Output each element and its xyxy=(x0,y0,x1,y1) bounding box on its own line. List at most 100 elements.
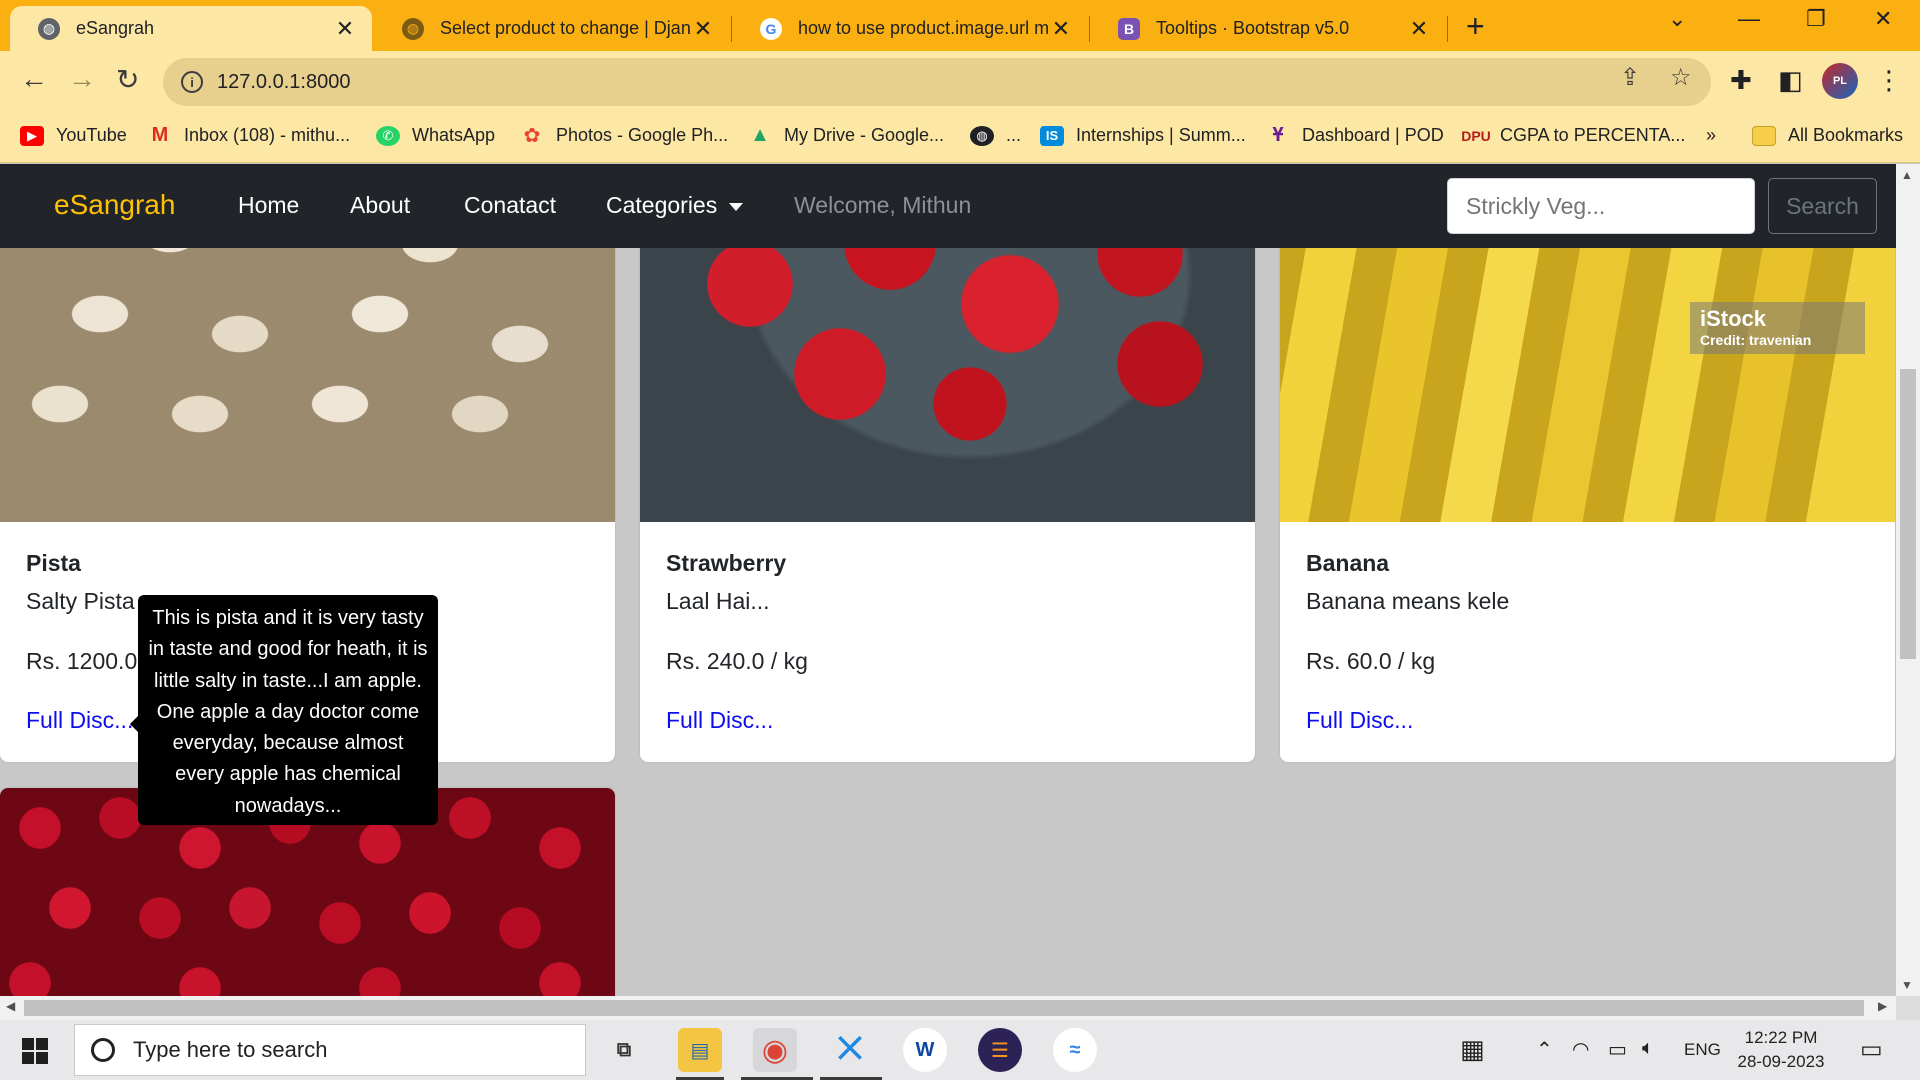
site-navbar: eSangrah Home About Conatact Categories … xyxy=(0,164,1896,248)
close-tab-icon[interactable]: ✕ xyxy=(1406,16,1432,42)
minimize-icon[interactable]: — xyxy=(1738,6,1760,32)
nav-categories-dropdown[interactable]: Categories xyxy=(606,192,744,219)
bookmark-label: CGPA to PERCENTA... xyxy=(1500,125,1686,145)
windows-start-icon[interactable] xyxy=(22,1038,48,1064)
search-input[interactable] xyxy=(1447,178,1755,234)
forward-icon[interactable]: → xyxy=(68,63,96,95)
youtube-icon: ▶ xyxy=(20,125,44,146)
app-icon[interactable]: W xyxy=(903,1028,947,1072)
restore-icon[interactable]: ❐ xyxy=(1806,6,1826,32)
welcome-text: Welcome, Mithun xyxy=(794,192,972,218)
nav-categories-label: Categories xyxy=(606,192,718,218)
bookmark-google-drive[interactable]: ▲ My Drive - Google... xyxy=(748,124,945,146)
tab-title: Tooltips · Bootstrap v5.0 xyxy=(1156,18,1350,38)
scroll-up-icon[interactable]: ▲ xyxy=(1901,168,1913,182)
tab-esangrah[interactable]: ◍ eSangrah ✕ xyxy=(10,6,372,51)
product-price: Rs. 240.0 / kg xyxy=(666,648,808,674)
horizontal-scroll-thumb[interactable] xyxy=(24,1000,1864,1016)
bookmark-pod[interactable]: Ұ Dashboard | POD xyxy=(1266,124,1443,146)
bookmark-whatsapp[interactable]: ✆ WhatsApp xyxy=(376,125,495,146)
bookmark-label: Photos - Google Ph... xyxy=(556,125,729,145)
tab-title: Select product to change | Djang xyxy=(440,18,690,38)
bookmark-cgpa[interactable]: DPU CGPA to PERCENTA... xyxy=(1461,125,1686,146)
tooltip-arrow xyxy=(130,716,138,732)
bookmark-label: Inbox (108) - mithu... xyxy=(184,125,351,145)
card-body: Strawberry Laal Hai... Rs. 240.0 / kg Fu… xyxy=(666,550,808,734)
vertical-scroll-thumb[interactable] xyxy=(1900,369,1916,659)
gmail-icon: M xyxy=(151,124,169,146)
battery-icon[interactable]: ▭ xyxy=(1608,1037,1627,1062)
site-info-icon[interactable]: i xyxy=(181,71,203,93)
product-description: Banana means kele xyxy=(1306,588,1510,614)
product-description: Laal Hai... xyxy=(666,588,770,614)
wifi-icon[interactable]: ◠ xyxy=(1572,1037,1589,1062)
close-tab-icon[interactable]: ✕ xyxy=(332,16,358,42)
tab-search-icon[interactable]: ⌄ xyxy=(1668,6,1686,32)
close-tab-icon[interactable]: ✕ xyxy=(1048,16,1074,42)
google-icon: G xyxy=(760,17,782,40)
vscode-icon[interactable]: ⨉ xyxy=(828,1028,872,1072)
windows-taskbar: Type here to search ⧉ ▤ ◉ ⨉ W ☰ ≈ ▦ ⌃ ◠ … xyxy=(0,1020,1920,1080)
full-description-link[interactable]: Full Disc... xyxy=(666,707,808,734)
chevron-up-icon[interactable]: ⌃ xyxy=(1536,1037,1553,1062)
scrollbar-corner xyxy=(1896,996,1920,1020)
bookmark-youtube[interactable]: ▶ YouTube xyxy=(20,125,127,146)
globe-icon: ◍ xyxy=(402,17,424,40)
reload-icon[interactable]: ↻ xyxy=(116,63,139,96)
site-brand[interactable]: eSangrah xyxy=(54,189,175,221)
close-window-icon[interactable]: ✕ xyxy=(1874,6,1892,32)
all-bookmarks-button[interactable]: All Bookmarks xyxy=(1752,125,1903,146)
share-icon[interactable]: ⇪ xyxy=(1620,63,1640,92)
app-icon[interactable]: ≈ xyxy=(1053,1028,1097,1072)
profile-avatar[interactable]: PL xyxy=(1822,63,1858,99)
bookmark-google-photos[interactable]: ✿ Photos - Google Ph... xyxy=(520,125,729,147)
volume-icon[interactable]: 🔈︎ xyxy=(1642,1037,1654,1060)
tab-title: how to use product.image.url m xyxy=(798,18,1048,38)
taskbar-search-box[interactable]: Type here to search xyxy=(74,1024,586,1076)
task-view-icon[interactable]: ⧉ xyxy=(602,1028,646,1072)
tab-django-admin[interactable]: ◍ Select product to change | Djang ✕ xyxy=(374,6,730,51)
bookmark-star-icon[interactable]: ☆ xyxy=(1670,63,1692,92)
scroll-left-icon[interactable]: ◀ xyxy=(6,999,15,1013)
bookmarks-overflow-button[interactable]: » xyxy=(1706,125,1716,146)
extensions-icon[interactable]: ✚ xyxy=(1730,65,1752,96)
back-icon[interactable]: ← xyxy=(20,63,48,95)
tab-bootstrap-tooltips[interactable]: B Tooltips · Bootstrap v5.0 ✕ xyxy=(1090,6,1446,51)
file-explorer-icon[interactable]: ▤ xyxy=(678,1028,722,1072)
news-widget-icon[interactable]: ▦ xyxy=(1460,1034,1485,1065)
menu-icon[interactable]: ⋮ xyxy=(1876,65,1902,96)
vertical-scrollbar[interactable]: ▲ ▼ xyxy=(1896,164,1920,996)
bookmark-internshala[interactable]: IS Internships | Summ... xyxy=(1040,125,1246,146)
eclipse-icon[interactable]: ☰ xyxy=(978,1028,1022,1072)
search-button[interactable]: Search xyxy=(1768,178,1877,234)
bookmark-gmail[interactable]: M Inbox (108) - mithu... xyxy=(148,124,351,146)
all-bookmarks-label: All Bookmarks xyxy=(1788,125,1904,145)
globe-icon: ◍ xyxy=(970,125,994,146)
chrome-icon[interactable]: ◉ xyxy=(753,1028,797,1072)
nav-home[interactable]: Home xyxy=(238,192,299,219)
bookmark-label: My Drive - Google... xyxy=(784,125,945,145)
url-text[interactable]: 127.0.0.1:8000 xyxy=(217,71,350,94)
nav-contact[interactable]: Conatact xyxy=(464,192,556,219)
search-icon xyxy=(91,1038,115,1062)
full-description-link[interactable]: Full Disc... xyxy=(1306,707,1509,734)
side-panel-icon[interactable]: ◧ xyxy=(1778,65,1803,96)
folder-icon xyxy=(1752,125,1776,146)
address-bar[interactable]: i 127.0.0.1:8000 xyxy=(163,58,1711,106)
scroll-down-icon[interactable]: ▼ xyxy=(1901,978,1913,992)
new-tab-button[interactable]: + xyxy=(1466,8,1485,45)
bookmark-label: ... xyxy=(1006,125,1022,145)
browser-toolbar: ← → ↻ i 127.0.0.1:8000 ⇪ ☆ ✚ ◧ PL ⋮ xyxy=(0,51,1920,113)
bookmark-globe[interactable]: ◍ ... xyxy=(970,125,1021,146)
taskbar-search-placeholder: Type here to search xyxy=(133,1037,328,1062)
horizontal-scrollbar[interactable]: ◀ ▶ xyxy=(0,996,1896,1020)
whatsapp-icon: ✆ xyxy=(376,125,400,146)
tab-google-search[interactable]: G how to use product.image.url m ✕ xyxy=(732,6,1088,51)
language-indicator[interactable]: ENG xyxy=(1684,1040,1721,1060)
product-name: Strawberry xyxy=(666,550,787,576)
scroll-right-icon[interactable]: ▶ xyxy=(1878,999,1887,1013)
system-clock[interactable]: 12:22 PM 28-09-2023 xyxy=(1736,1026,1826,1074)
close-tab-icon[interactable]: ✕ xyxy=(690,16,716,42)
notifications-icon[interactable]: ▭ xyxy=(1860,1035,1883,1064)
nav-about[interactable]: About xyxy=(350,192,410,219)
